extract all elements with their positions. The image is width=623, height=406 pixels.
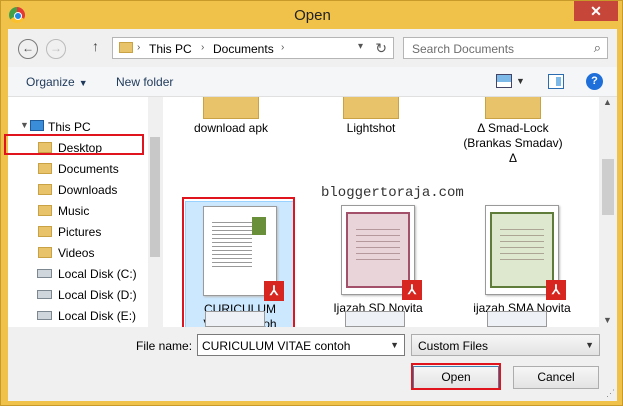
disk-icon [37,311,52,320]
sidebar-item-documents[interactable]: Documents [8,159,148,179]
breadcrumb-documents[interactable]: Documents [213,42,274,56]
file-thumbnail: ⅄ [341,205,422,300]
chevron-down-icon: ▼ [78,78,88,88]
chevron-down-icon: ▼ [585,340,594,350]
file-thumbnail-partial[interactable] [345,311,405,327]
organize-menu[interactable]: Organize ▼ [26,75,88,89]
search-icon[interactable]: ⌕ [594,40,601,56]
sidebar-item-pictures[interactable]: Pictures [8,222,148,242]
dialog-body: ← → ↑ › This PC › Documents › ▾ ↻ Search… [8,29,617,401]
selection-highlight [182,197,295,327]
sidebar-item-local-disk-e[interactable]: Local Disk (E:) [8,306,148,326]
open-button-highlight [411,363,501,390]
file-item[interactable]: ⅄ Ijazah SD Novita [323,205,433,316]
folder-icon [38,184,52,195]
file-name-input[interactable]: CURICULUM VITAE contoh ▼ [197,334,405,356]
sidebar-item-local-disk-d[interactable]: Local Disk (D:) [8,285,148,305]
file-item[interactable]: ⅄ ijazah SMA Novita [467,205,577,316]
chevron-down-icon[interactable]: ▼ [516,76,525,86]
sidebar-item-label: Documents [58,162,119,176]
chevron-down-icon[interactable]: ▾ [358,41,363,52]
file-list: download apk Lightshot Δ Smad-Lock (Bran… [163,97,599,327]
help-icon[interactable]: ? [586,73,603,90]
folder-item[interactable]: Δ Smad-Lock (Brankas Smadav) Δ [463,97,563,166]
organize-label: Organize [26,75,75,89]
title-bar[interactable]: Open ✕ [1,1,623,29]
new-folder-button[interactable]: New folder [116,75,173,89]
scrollbar-thumb[interactable] [602,159,614,215]
sidebar-item-label: Local Disk (E:) [58,309,137,323]
folder-icon [38,205,52,216]
folder-name: Δ Smad-Lock (Brankas Smadav) Δ [463,121,563,165]
scroll-up-icon[interactable]: ▲ [603,97,612,107]
file-name-label: File name: [136,339,193,353]
navigation-pane: ▼ This PC Desktop Documents Downloads Mu… [8,97,148,327]
folder-item[interactable]: download apk [181,97,281,136]
file-thumbnail-partial[interactable] [487,311,547,327]
change-view-icon[interactable] [496,74,512,88]
folder-icon [203,97,259,119]
breadcrumb-this-pc[interactable]: This PC [149,42,192,56]
disk-icon [37,269,52,278]
file-thumbnail-partial[interactable] [205,311,265,327]
command-bar: Organize ▼ New folder ▼ ? [8,67,617,97]
pdf-icon: ⅄ [546,280,566,300]
sidebar-item-label: Downloads [58,183,118,197]
back-button[interactable]: ← [18,39,38,59]
preview-pane-icon[interactable] [548,74,564,89]
file-type-select[interactable]: Custom Files ▼ [411,334,600,356]
folder-icon [119,42,133,53]
breadcrumb-separator: › [281,42,285,53]
folder-icon [38,247,52,258]
expand-icon[interactable]: ▼ [20,120,29,130]
folder-icon [343,97,399,119]
chevron-down-icon[interactable]: ▼ [390,340,399,350]
scroll-down-icon[interactable]: ▼ [603,315,612,325]
search-input[interactable]: Search Documents ⌕ [403,37,608,59]
breadcrumb-separator: › [201,42,205,53]
folder-name: Lightshot [346,121,396,135]
close-button[interactable]: ✕ [574,1,618,21]
file-type-value: Custom Files [418,339,489,353]
sidebar-item-downloads[interactable]: Downloads [8,180,148,200]
watermark-text: bloggertoraja.com [321,185,464,201]
address-bar[interactable]: › This PC › Documents › ▾ ↻ [112,37,394,59]
up-button[interactable]: ↑ [92,38,99,54]
sidebar-item-music[interactable]: Music [8,201,148,221]
folder-icon [38,163,52,174]
cancel-button[interactable]: Cancel [513,366,599,389]
certificate-thumbnail [490,212,554,288]
window-title: Open [294,7,331,24]
certificate-thumbnail [346,212,410,288]
disk-icon [37,290,52,299]
search-placeholder: Search Documents [412,42,515,56]
documents-highlight [4,134,144,155]
file-thumbnail: ⅄ [485,205,566,300]
pdf-icon: ⅄ [402,280,422,300]
resize-grip-icon[interactable]: ⋰ [606,388,615,399]
sidebar-item-videos[interactable]: Videos [8,243,148,263]
scrollbar-thumb[interactable] [150,137,160,257]
breadcrumb-separator: › [137,42,141,53]
sidebar-item-label: Local Disk (C:) [58,267,137,281]
sidebar-item-local-disk-c[interactable]: Local Disk (C:) [8,264,148,284]
pc-icon [30,120,44,131]
folder-name: download apk [193,121,269,135]
folder-icon [485,97,541,119]
refresh-icon[interactable]: ↻ [375,40,387,57]
sidebar-item-label: Music [58,204,90,218]
sidebar-item-label: Pictures [58,225,102,239]
folder-item[interactable]: Lightshot [321,97,421,136]
folder-icon [38,226,52,237]
sidebar-item-label: This PC [48,120,91,134]
file-list-scrollbar[interactable]: ▲ ▼ [599,97,617,327]
forward-button[interactable]: → [46,39,66,59]
navigation-scrollbar[interactable] [148,97,162,327]
sidebar-item-label: Videos [58,246,95,260]
file-name-value: CURICULUM VITAE contoh [202,339,351,353]
sidebar-item-label: Local Disk (D:) [58,288,137,302]
open-dialog: Open ✕ ← → ↑ › This PC › Documents › ▾ ↻… [0,0,623,406]
